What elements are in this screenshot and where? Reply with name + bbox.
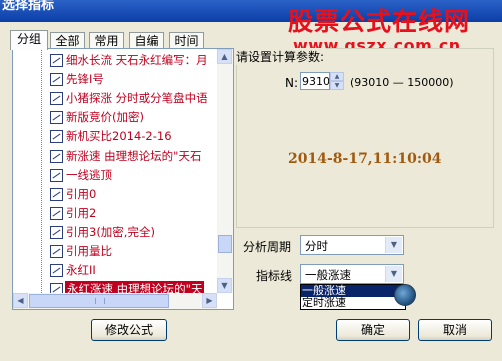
n-label: N: xyxy=(285,76,299,90)
horizontal-scrollbar[interactable]: ◀ ▶ xyxy=(13,293,217,309)
list-item-label: 新机买比2014-2-16 xyxy=(66,129,172,144)
ok-button[interactable]: 确定 xyxy=(336,319,410,341)
indicator-list[interactable]: 细水长流 天石永红编写：月 先锋I号小猪探涨 分时或分笔盘中语 新版竞价(加密) 新机… xyxy=(12,48,234,310)
indicator-line-select[interactable]: 一般涨速 ▼ xyxy=(300,264,404,284)
list-item-label: 引用3(加密,完全) xyxy=(66,224,155,239)
indicator-chart-icon xyxy=(50,245,63,258)
scroll-left-icon[interactable]: ◀ xyxy=(13,293,28,308)
watermark-title: 股票公式在线网 xyxy=(288,7,471,36)
tab-group[interactable]: 分组 xyxy=(10,30,48,50)
cancel-button[interactable]: 取消 xyxy=(418,319,492,341)
indicator-chart-icon xyxy=(50,111,63,125)
list-item-label: 先锋I号 xyxy=(66,72,104,87)
list-item[interactable]: 新涨速 由理想论坛的"天石 xyxy=(35,147,230,166)
indicator-chart-icon xyxy=(50,54,63,67)
indicator-line-dropdown[interactable]: 一般涨速 定时涨速 xyxy=(300,284,406,310)
indicator-chart-icon xyxy=(50,92,63,106)
list-item[interactable]: 引用0 xyxy=(35,185,230,204)
n-range: (93010 — 150000) xyxy=(350,76,454,89)
list-item[interactable]: 引用3(加密,完全) xyxy=(35,223,230,242)
tab-custom[interactable]: 自编 xyxy=(129,32,164,49)
tab-time[interactable]: 时间 xyxy=(169,32,204,49)
modify-formula-button[interactable]: 修改公式 xyxy=(91,319,167,341)
list-item-label: 引用2 xyxy=(66,205,97,220)
tab-common[interactable]: 常用 xyxy=(89,32,124,49)
indicator-line-label: 指标线 xyxy=(256,269,293,283)
list-item[interactable]: 先锋I号 xyxy=(35,70,230,89)
spin-down-icon[interactable]: ▼ xyxy=(330,81,344,90)
list-item[interactable]: 小猪探涨 分时或分笔盘中语 xyxy=(35,89,230,108)
chevron-down-icon[interactable]: ▼ xyxy=(385,266,402,282)
indicator-chart-icon xyxy=(50,168,63,182)
list-item-label: 细水长流 天石永红编写：月 xyxy=(66,53,208,67)
scroll-right-icon[interactable]: ▶ xyxy=(202,293,217,308)
spin-up-icon[interactable]: ▲ xyxy=(330,72,344,81)
scroll-up-icon[interactable]: ▲ xyxy=(217,49,232,64)
params-group xyxy=(236,48,494,228)
list-item[interactable]: 永红II xyxy=(35,261,230,280)
period-label: 分析周期 xyxy=(243,240,292,254)
dropdown-option[interactable]: 定时涨速 xyxy=(301,297,405,309)
indicator-chart-icon xyxy=(50,206,63,220)
horizontal-scroll-thumb[interactable] xyxy=(29,294,169,308)
list-item[interactable]: 引用量比 xyxy=(35,242,230,261)
list-item-label: 一线逃顶 xyxy=(66,167,112,182)
list-item-label: 永红II xyxy=(66,263,96,278)
indicator-chart-icon xyxy=(50,130,63,144)
list-item[interactable]: 细水长流 天石永红编写：月 xyxy=(35,51,230,70)
indicator-chart-icon xyxy=(50,187,63,201)
list-item-label: 小猪探涨 分时或分笔盘中语 xyxy=(66,91,208,106)
period-select[interactable]: 分时 ▼ xyxy=(300,235,404,255)
list-item-label: 引用0 xyxy=(66,186,97,201)
params-title: 请设置计算参数: xyxy=(236,48,327,65)
list-item[interactable]: 新机买比2014-2-16 xyxy=(35,127,230,146)
indicator-chart-icon xyxy=(50,225,63,239)
scroll-down-icon[interactable]: ▼ xyxy=(217,278,232,293)
datetime-display: 2014-8-17,11:10:04 xyxy=(288,151,442,167)
list-item-label: 新涨速 由理想论坛的"天石 xyxy=(66,148,202,163)
tab-all[interactable]: 全部 xyxy=(50,32,85,49)
vertical-scrollbar[interactable]: ▲ ▼ xyxy=(217,49,233,293)
list-item-label: 引用量比 xyxy=(66,244,112,258)
indicator-chart-icon xyxy=(50,264,63,278)
indicator-line-value: 一般涨速 xyxy=(305,268,351,282)
list-item[interactable]: 引用2 xyxy=(35,204,230,223)
list-item-label: 新版竞价(加密) xyxy=(66,110,144,125)
vertical-scroll-thumb[interactable] xyxy=(218,235,232,253)
list-item[interactable]: 一线逃顶 xyxy=(35,166,230,185)
help-icon[interactable] xyxy=(394,284,416,306)
chevron-down-icon[interactable]: ▼ xyxy=(385,237,402,253)
n-input[interactable]: 93100 xyxy=(300,72,330,90)
period-value: 分时 xyxy=(305,239,328,253)
indicator-chart-icon xyxy=(50,149,63,163)
n-spinner[interactable]: ▲ ▼ xyxy=(330,72,344,90)
indicator-chart-icon xyxy=(50,73,63,87)
window-title: 选择指标 xyxy=(2,0,55,13)
list-item[interactable]: 新版竞价(加密) xyxy=(35,108,230,127)
